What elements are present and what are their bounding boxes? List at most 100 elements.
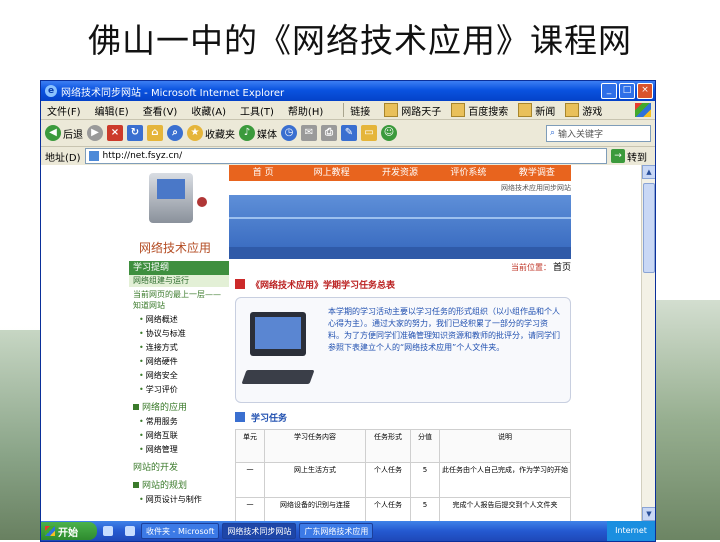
minimize-button[interactable]: _ — [601, 83, 617, 99]
link-item-2[interactable]: 百度搜索 — [451, 103, 508, 118]
ie-logo-icon: e — [45, 85, 57, 97]
stop-button[interactable]: × — [107, 125, 123, 141]
taskbar-item-3[interactable]: 广东网络技术应用 — [299, 523, 374, 539]
nav-survey[interactable]: 教学调查 — [503, 165, 571, 181]
star-icon: ★ — [187, 125, 203, 141]
address-input[interactable]: http://net.fsyz.cn/ — [84, 148, 607, 164]
bullet-icon: • — [139, 343, 144, 352]
history-button[interactable]: ◷ — [281, 125, 297, 141]
sidebar-current-link[interactable]: 当前网页的最上一层——知道网站 — [129, 287, 229, 313]
print-button[interactable]: ⎙ — [321, 125, 337, 141]
menu-help[interactable]: 帮助(H) — [288, 103, 323, 118]
link-item-1[interactable]: 网路天子 — [384, 103, 441, 118]
folder-button[interactable]: ▭ — [361, 125, 377, 141]
link-item-4[interactable]: 游戏 — [565, 103, 602, 118]
scroll-up-icon[interactable]: ▲ — [642, 165, 655, 179]
page-left-margin — [41, 165, 126, 521]
sidebar-item[interactable]: • 协议与标准 — [129, 327, 229, 341]
menu-favorites[interactable]: 收藏(A) — [191, 103, 226, 118]
scroll-thumb[interactable] — [643, 183, 655, 273]
sidebar-sub[interactable]: 网络组建与运行 — [129, 275, 229, 287]
search-button[interactable]: ⌕ — [167, 125, 183, 141]
taskbar-item-2[interactable]: 网络技术同步网站 — [222, 523, 297, 539]
sidebar-item[interactable]: • 网络管理 — [129, 443, 229, 457]
monitor-shape — [250, 312, 306, 356]
edit-button[interactable]: ✎ — [341, 125, 357, 141]
site-logo[interactable]: 网络技术应用 — [129, 165, 229, 255]
scenery-right — [655, 300, 720, 540]
sidebar-item[interactable]: • 学习评价 — [129, 383, 229, 397]
edit-icon: ✎ — [341, 125, 357, 141]
site-sidebar: 学习提纲 网络组建与运行 当前网页的最上一层——知道网站 • 网络概述 • 协议与标… — [129, 261, 229, 521]
taskbar-item-1[interactable]: 收件夹 - Microsoft — [141, 523, 220, 539]
nav-home[interactable]: 首 页 — [229, 165, 297, 181]
sidebar-item[interactable]: • 网络概述 — [129, 313, 229, 327]
breadcrumb-home[interactable]: 首页 — [553, 263, 571, 273]
table-cell[interactable]: 网络设备的识别与连接 — [264, 497, 366, 521]
mail-button[interactable]: ✉ — [301, 125, 317, 141]
tasks-title: 学习任务 — [235, 409, 571, 425]
sidebar-section-plan[interactable]: 网站的规划 — [129, 479, 229, 493]
nav-evaluation[interactable]: 评价系统 — [434, 165, 502, 181]
link-label: 新闻 — [535, 106, 556, 118]
printer-icon: ⎙ — [321, 125, 337, 141]
sidebar-item[interactable]: • 网页设计与制作 — [129, 493, 229, 507]
nav-tutorial[interactable]: 网上教程 — [297, 165, 365, 181]
forward-arrow-icon: ▶ — [87, 125, 103, 141]
table-cell: 5 — [410, 497, 440, 521]
close-button[interactable]: × — [637, 83, 653, 99]
sidebar-item-label: 网络安全 — [145, 371, 178, 380]
menu-tools[interactable]: 工具(T) — [240, 103, 274, 118]
back-button[interactable]: ◀ 后退 — [45, 125, 83, 141]
menu-view[interactable]: 查看(V) — [143, 103, 178, 118]
toolbar-search-input[interactable]: ⌕ 输入关键字 — [546, 124, 651, 142]
title-bar: e 网络技术同步网站 - Microsoft Internet Explorer… — [41, 81, 655, 101]
media-button[interactable]: ♪ 媒体 — [239, 125, 277, 141]
messenger-button[interactable]: ☺ — [381, 125, 397, 141]
sidebar-head[interactable]: 学习提纲 — [129, 261, 229, 275]
sidebar-section-apps[interactable]: 网络的应用 — [129, 401, 229, 415]
windows-flag-icon — [635, 103, 651, 117]
vertical-scrollbar[interactable]: ▲ ▼ — [641, 165, 655, 521]
nav-resources[interactable]: 开发资源 — [366, 165, 434, 181]
sidebar-item[interactable]: • 网络互联 — [129, 429, 229, 443]
links-label[interactable]: 链接 — [350, 103, 370, 118]
sidebar-item[interactable]: • 网络硬件 — [129, 355, 229, 369]
link-label: 游戏 — [582, 106, 603, 118]
address-bar: 地址(D) http://net.fsyz.cn/ → 转到 — [41, 147, 655, 166]
section-title: 《网络技术应用》学期学习任务总表 — [235, 275, 571, 293]
favorites-label: 收藏夹 — [205, 129, 235, 141]
menu-edit[interactable]: 编辑(E) — [95, 103, 129, 118]
back-arrow-icon: ◀ — [45, 125, 61, 141]
home-icon: ⌂ — [147, 125, 163, 141]
bullet-icon: • — [139, 315, 144, 324]
site-banner-bottom — [229, 247, 571, 259]
quick-launch-ie-icon[interactable] — [103, 526, 113, 536]
refresh-button[interactable]: ↻ — [127, 125, 143, 141]
maximize-button[interactable]: □ — [619, 83, 635, 99]
sidebar-section-dev-head[interactable]: 网站的开发 — [129, 461, 229, 475]
table-header: 任务形式 — [365, 429, 411, 463]
sidebar-item[interactable]: • 常用服务 — [129, 415, 229, 429]
bullet-icon: • — [139, 371, 144, 380]
breadcrumb-label: 当前位置： — [510, 263, 551, 272]
favorites-button[interactable]: ★ 收藏夹 — [187, 125, 235, 141]
menu-file[interactable]: 文件(F) — [47, 103, 81, 118]
home-button[interactable]: ⌂ — [147, 125, 163, 141]
table-cell[interactable]: 网上生活方式 — [264, 462, 366, 498]
menu-bar: 文件(F) 编辑(E) 查看(V) 收藏(A) 工具(T) 帮助(H) 链接 网… — [41, 101, 655, 120]
go-button[interactable]: → 转到 — [611, 149, 647, 164]
site-subinfo: 网络技术应用同步网站 — [501, 184, 571, 192]
start-button[interactable]: 开始 — [41, 522, 97, 540]
sidebar-item[interactable]: • 网络安全 — [129, 369, 229, 383]
scroll-down-icon[interactable]: ▼ — [642, 507, 655, 521]
folder-icon: ▭ — [361, 125, 377, 141]
link-item-3[interactable]: 新闻 — [518, 103, 555, 118]
page-icon — [88, 151, 99, 161]
sidebar-item-label: 协议与标准 — [145, 329, 186, 338]
forward-button[interactable]: ▶ — [87, 125, 103, 141]
section-title-text: 《网络技术应用》学期学习任务总表 — [251, 280, 396, 291]
table-cell: 完成个人报告后提交到个人文件夹 — [439, 497, 571, 521]
sidebar-item[interactable]: • 连接方式 — [129, 341, 229, 355]
quick-launch-desktop-icon[interactable] — [125, 526, 135, 536]
